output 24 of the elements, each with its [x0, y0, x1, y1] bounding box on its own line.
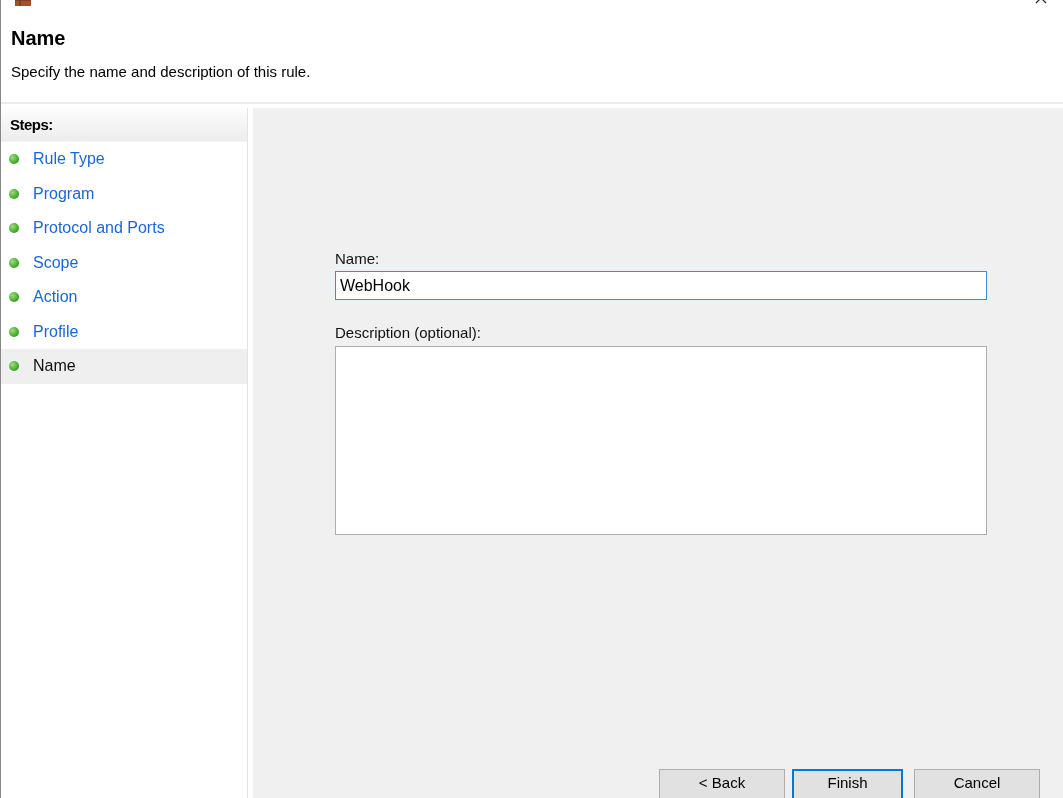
- page-subtitle: Specify the name and description of this rule.: [11, 63, 312, 80]
- steps-heading: Steps:: [10, 116, 53, 133]
- description-label: Description (optional):: [335, 324, 482, 341]
- step-item[interactable]: Profile: [1, 314, 247, 349]
- status-dot-icon: [9, 292, 19, 303]
- step-item[interactable]: Action: [1, 280, 247, 315]
- step-item[interactable]: Protocol and Ports: [1, 211, 247, 246]
- status-dot-icon: [9, 326, 19, 337]
- page-title: Name: [11, 27, 67, 50]
- status-dot-icon: [9, 361, 19, 372]
- name-label: Name:: [335, 250, 381, 267]
- wizard-button[interactable]: Cancel: [914, 769, 1040, 798]
- name-field[interactable]: WebHook: [335, 271, 987, 300]
- description-field[interactable]: [335, 346, 987, 535]
- wizard-button[interactable]: Finish: [792, 769, 903, 798]
- step-item[interactable]: Program: [1, 176, 247, 211]
- wizard-button[interactable]: < Back: [659, 769, 785, 798]
- status-dot-icon: [9, 188, 19, 199]
- step-item[interactable]: Name: [1, 349, 247, 384]
- status-dot-icon: [9, 154, 19, 165]
- status-dot-icon: [9, 223, 19, 234]
- step-item[interactable]: Scope: [1, 245, 247, 280]
- status-dot-icon: [9, 257, 19, 268]
- step-item[interactable]: Rule Type: [1, 142, 247, 177]
